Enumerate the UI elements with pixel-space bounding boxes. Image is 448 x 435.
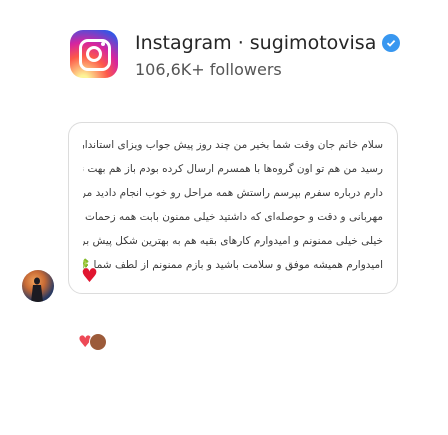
instagram-logo-icon — [70, 30, 118, 78]
message-reactions[interactable]: ♥ — [78, 333, 108, 351]
followers-count: 106,6K+ followers — [135, 60, 282, 79]
verified-badge-icon — [382, 34, 401, 52]
reactor-avatar — [89, 333, 108, 351]
message-bubble[interactable]: سلام خانم جان وقت شما بخیر من چند روز پی… — [68, 122, 398, 294]
header: Instagram · sugimotovisa 106,6K+ followe… — [70, 30, 440, 80]
account-title: Instagram · sugimotovisa — [135, 32, 377, 54]
message-line: مهربانی و دقت و حوصله‌ای که داشتید خیلی … — [83, 211, 383, 223]
message-line: خیلی خیلی ممنونم و امیدوارم کارهای بقیه … — [83, 235, 383, 247]
avatar[interactable] — [22, 270, 54, 302]
message-line: رسید من هم تو اون گروه‌ها با همسرم ارسال… — [83, 163, 383, 175]
title-row: Instagram · sugimotovisa — [135, 32, 401, 54]
message-line: دارم درباره سفرم بپرسم راستش همه مراحل ر… — [83, 187, 383, 199]
message-line: امیدوارم همیشه موفق و سلامت باشید و بازم… — [83, 259, 383, 271]
heart-icon: ♥ — [81, 265, 99, 287]
message-line: سلام خانم جان وقت شما بخیر من چند روز پی… — [83, 139, 383, 151]
